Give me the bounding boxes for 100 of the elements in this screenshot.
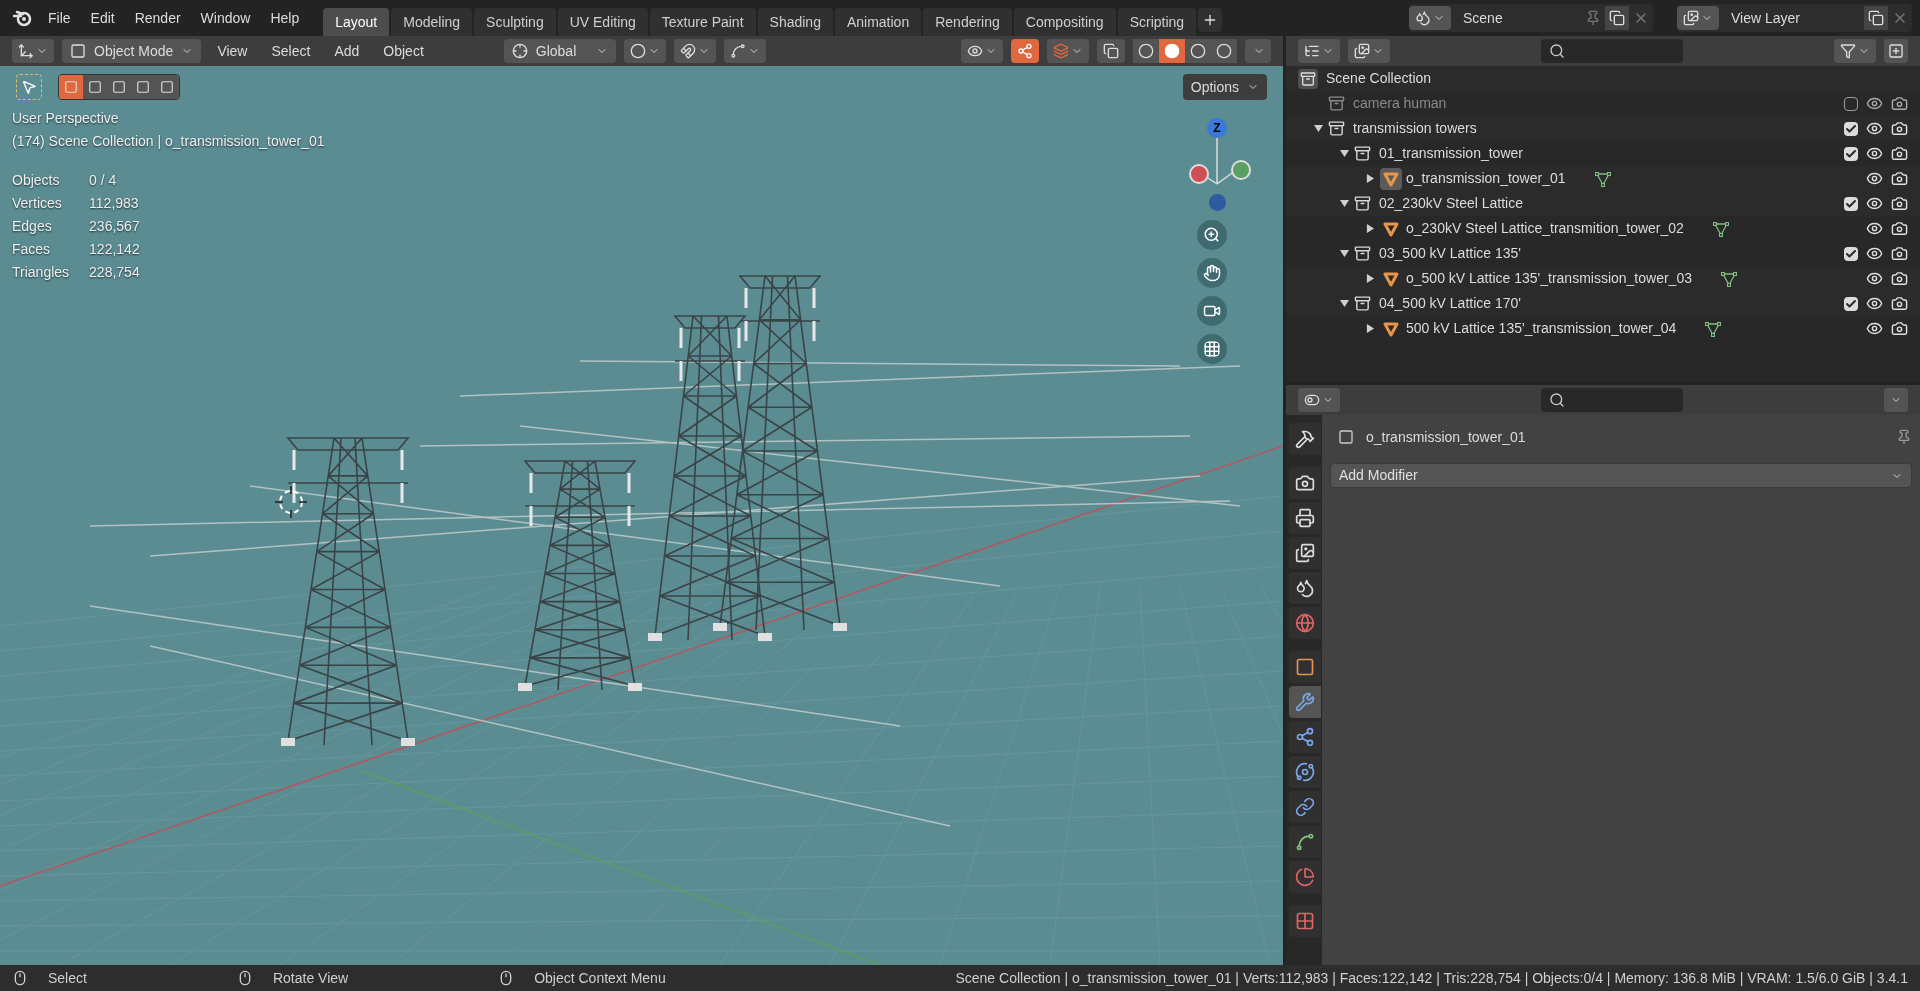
disclosure-icon[interactable] bbox=[1339, 199, 1349, 208]
shading-button[interactable] bbox=[1211, 39, 1237, 63]
visibility-icon[interactable] bbox=[1866, 295, 1883, 312]
constraints-tab[interactable] bbox=[1289, 791, 1321, 823]
shading-button[interactable] bbox=[1159, 39, 1185, 63]
x-axis-handle[interactable] bbox=[1189, 164, 1209, 184]
disclosure-icon[interactable] bbox=[1365, 224, 1375, 233]
render-icon[interactable] bbox=[1891, 245, 1908, 262]
select-mode-button[interactable] bbox=[155, 75, 179, 99]
workspace-tab[interactable]: Scripting bbox=[1117, 8, 1197, 36]
menu-item[interactable]: File bbox=[40, 7, 79, 29]
visibility-icon[interactable] bbox=[1866, 195, 1883, 212]
visibility-icon[interactable] bbox=[1866, 145, 1883, 162]
search-field[interactable] bbox=[1541, 388, 1683, 412]
add-workspace-button[interactable] bbox=[1198, 8, 1223, 32]
gizmo-toggle[interactable] bbox=[1011, 39, 1039, 63]
shading-button[interactable] bbox=[1133, 39, 1159, 63]
select-tool-icon[interactable] bbox=[16, 74, 42, 100]
add-modifier-dropdown[interactable]: Add Modifier bbox=[1330, 463, 1912, 488]
render-icon[interactable] bbox=[1891, 320, 1908, 337]
exclude-checkbox[interactable] bbox=[1844, 296, 1858, 311]
render-icon[interactable] bbox=[1891, 145, 1908, 162]
menu-item[interactable]: Render bbox=[126, 7, 189, 29]
texture-tab[interactable] bbox=[1289, 905, 1321, 937]
disclosure-icon[interactable] bbox=[1339, 249, 1349, 258]
menu-item[interactable]: Select bbox=[263, 40, 319, 62]
workspace-tab[interactable]: Sculpting bbox=[474, 8, 556, 36]
grid-icon[interactable] bbox=[1197, 334, 1227, 364]
new-layer-icon[interactable] bbox=[1864, 6, 1888, 30]
modifier-tab[interactable] bbox=[1289, 686, 1321, 718]
exclude-checkbox[interactable] bbox=[1844, 246, 1858, 261]
render-icon[interactable] bbox=[1891, 120, 1908, 137]
render-icon[interactable] bbox=[1891, 220, 1908, 237]
visibility-icon[interactable] bbox=[1866, 220, 1883, 237]
workspace-tab[interactable]: Compositing bbox=[1013, 8, 1116, 36]
menu-item[interactable]: Add bbox=[326, 40, 368, 62]
z-axis-handle[interactable]: Z bbox=[1207, 118, 1227, 138]
menu-item[interactable]: Window bbox=[192, 7, 259, 29]
scene-tab[interactable] bbox=[1289, 572, 1321, 604]
menu-item[interactable]: Object bbox=[375, 40, 432, 62]
output-tab[interactable] bbox=[1289, 502, 1321, 534]
proportional-selector[interactable] bbox=[724, 39, 767, 63]
orientation-dropdown[interactable]: Global bbox=[503, 39, 617, 63]
logo-icon[interactable] bbox=[12, 8, 32, 28]
workspace-tab[interactable]: Rendering bbox=[923, 8, 1012, 36]
menu-item[interactable]: Edit bbox=[82, 7, 123, 29]
zoom-icon[interactable] bbox=[1197, 220, 1227, 250]
filter-layer-selector[interactable] bbox=[1348, 39, 1390, 63]
camera-icon[interactable] bbox=[1197, 296, 1227, 326]
pin-icon[interactable] bbox=[1896, 429, 1912, 445]
negative-z-handle[interactable] bbox=[1209, 194, 1226, 211]
disclosure-icon[interactable] bbox=[1339, 299, 1349, 308]
visibility-icon[interactable] bbox=[1866, 120, 1883, 137]
particles-tab[interactable] bbox=[1289, 721, 1321, 753]
disclosure-icon[interactable] bbox=[1339, 149, 1349, 158]
object-tab[interactable] bbox=[1289, 651, 1321, 683]
exclude-checkbox[interactable] bbox=[1844, 196, 1858, 211]
tool-tab[interactable] bbox=[1289, 423, 1321, 455]
visibility-icon[interactable] bbox=[1866, 245, 1883, 262]
editor-type-selector[interactable] bbox=[12, 39, 54, 63]
workspace-tab[interactable]: Modeling bbox=[391, 8, 473, 36]
disclosure-icon[interactable] bbox=[1365, 324, 1375, 333]
disclosure-icon[interactable] bbox=[1365, 174, 1375, 183]
new-collection-icon[interactable] bbox=[1884, 39, 1908, 63]
mode-dropdown[interactable]: Object Mode bbox=[62, 39, 202, 63]
render-icon[interactable] bbox=[1891, 170, 1908, 187]
hand-icon[interactable] bbox=[1197, 258, 1227, 288]
workspace-tab[interactable]: Animation bbox=[834, 8, 922, 36]
exclude-checkbox[interactable] bbox=[1844, 146, 1858, 161]
shading-button[interactable] bbox=[1185, 39, 1211, 63]
visibility-icon[interactable] bbox=[1866, 320, 1883, 337]
workspace-tab[interactable]: UV Editing bbox=[557, 8, 648, 36]
render-icon[interactable] bbox=[1891, 270, 1908, 287]
new-scene-icon[interactable] bbox=[1605, 6, 1629, 30]
render-icon[interactable] bbox=[1891, 195, 1908, 212]
physics-tab[interactable] bbox=[1289, 756, 1321, 788]
view-layer-selector[interactable] bbox=[1677, 6, 1719, 30]
workspace-tab[interactable]: Shading bbox=[757, 8, 833, 36]
y-axis-handle[interactable] bbox=[1231, 160, 1251, 180]
view-layer-tab[interactable] bbox=[1289, 537, 1321, 569]
visibility-icon[interactable] bbox=[1866, 170, 1883, 187]
render-tab[interactable] bbox=[1289, 467, 1321, 499]
menu-item[interactable]: View bbox=[209, 40, 256, 62]
filter-dropdown[interactable] bbox=[1834, 39, 1876, 63]
pin-icon[interactable] bbox=[1585, 10, 1601, 26]
snap-selector[interactable] bbox=[674, 39, 717, 63]
display-mode-selector[interactable] bbox=[1298, 39, 1340, 63]
exclude-checkbox[interactable] bbox=[1844, 121, 1858, 136]
select-mode-button[interactable] bbox=[83, 75, 107, 99]
material-tab[interactable] bbox=[1289, 861, 1321, 893]
editor-type-selector[interactable] bbox=[1298, 388, 1340, 412]
visibility-selector[interactable] bbox=[961, 39, 1003, 63]
disclosure-icon[interactable] bbox=[1365, 274, 1375, 283]
menu-item[interactable]: Help bbox=[262, 7, 308, 29]
search-field[interactable] bbox=[1541, 39, 1683, 63]
world-tab[interactable] bbox=[1289, 607, 1321, 639]
mesh-data-tab[interactable] bbox=[1289, 826, 1321, 858]
options-dropdown[interactable]: Options bbox=[1182, 74, 1267, 100]
workspace-tab[interactable]: Texture Paint bbox=[649, 8, 756, 36]
visibility-icon[interactable] bbox=[1866, 270, 1883, 287]
